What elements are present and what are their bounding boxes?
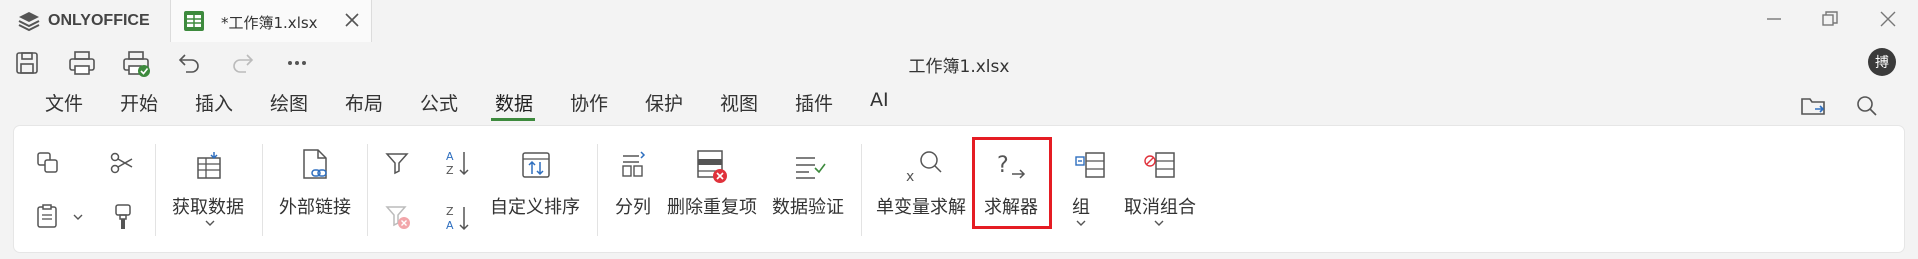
paste-dropdown-chevron-icon[interactable]	[72, 212, 84, 222]
open-file-location-icon[interactable]	[1800, 93, 1828, 119]
active-tab-indicator	[491, 118, 535, 121]
group-chevron-icon[interactable]	[1075, 218, 1087, 228]
svg-text:Z: Z	[446, 164, 454, 177]
minimize-icon[interactable]	[1764, 9, 1784, 29]
tab-plugins[interactable]: 插件	[795, 89, 833, 116]
remove-duplicates-label[interactable]: 删除重复项	[667, 193, 757, 219]
svg-text:Z: Z	[446, 205, 454, 218]
split-column-label[interactable]: 分列	[615, 193, 651, 219]
sort-ascending-icon[interactable]: A Z	[444, 148, 472, 178]
cut-icon[interactable]	[108, 150, 136, 176]
tab-view[interactable]: 视图	[720, 89, 758, 116]
data-validation-label[interactable]: 数据验证	[772, 193, 844, 219]
close-window-icon[interactable]	[1878, 9, 1898, 29]
tab-home[interactable]: 开始	[120, 89, 158, 116]
svg-text:x: x	[906, 169, 914, 184]
goal-seek-label[interactable]: 单变量求解	[876, 193, 966, 219]
group-separator	[262, 144, 263, 236]
tab-draw[interactable]: 绘图	[270, 89, 308, 116]
onlyoffice-logo-icon	[18, 12, 40, 32]
sort-descending-icon[interactable]: Z A	[444, 203, 472, 233]
ungroup-label[interactable]: 取消组合	[1124, 193, 1196, 219]
brand-name: ONLYOFFICE	[48, 12, 150, 29]
goal-seek-icon[interactable]: x	[903, 148, 943, 184]
tab-ai[interactable]: AI	[870, 89, 889, 111]
external-links-label[interactable]: 外部链接	[279, 193, 351, 219]
avatar[interactable]: 搏	[1868, 48, 1896, 76]
remove-duplicates-icon[interactable]	[695, 148, 729, 184]
ungroup-icon[interactable]	[1144, 150, 1178, 180]
custom-sort-label[interactable]: 自定义排序	[490, 193, 580, 219]
tab-file[interactable]: 文件	[45, 89, 83, 116]
svg-text:A: A	[446, 219, 454, 232]
tab-title: *工作簿1.xlsx	[221, 14, 318, 32]
title-bar: ONLYOFFICE *工作簿1.xlsx	[0, 0, 1918, 42]
tab-formula[interactable]: 公式	[420, 89, 458, 116]
filter-icon[interactable]	[384, 150, 410, 176]
ungroup-chevron-icon[interactable]	[1153, 218, 1165, 228]
ribbon-panel	[14, 126, 1904, 252]
paste-icon[interactable]	[35, 203, 59, 229]
document-tab[interactable]: *工作簿1.xlsx	[170, 0, 372, 42]
spreadsheet-icon	[184, 11, 204, 31]
tab-layout[interactable]: 布局	[345, 89, 383, 116]
format-painter-icon[interactable]	[112, 203, 134, 231]
group-separator	[861, 144, 862, 236]
brand-logo: ONLYOFFICE	[18, 9, 150, 33]
tab-protect[interactable]: 保护	[645, 89, 683, 116]
search-icon[interactable]	[1854, 93, 1880, 119]
solver-label[interactable]: 求解器	[984, 193, 1038, 219]
document-title: 工作簿1.xlsx	[908, 57, 1010, 77]
external-links-icon[interactable]	[300, 148, 332, 184]
data-validation-icon[interactable]	[793, 152, 827, 182]
tab-data[interactable]: 数据	[495, 89, 533, 116]
get-data-icon[interactable]	[194, 150, 226, 182]
group-icon[interactable]	[1074, 150, 1108, 180]
copy-icon[interactable]	[35, 150, 61, 176]
close-tab-icon[interactable]	[343, 11, 361, 29]
clear-filter-icon[interactable]	[384, 203, 412, 231]
group-label[interactable]: 组	[1072, 193, 1090, 219]
group-separator	[367, 144, 368, 236]
get-data-chevron-icon[interactable]	[204, 218, 216, 228]
svg-text:?: ?	[997, 153, 1009, 178]
group-separator	[597, 144, 598, 236]
tab-insert[interactable]: 插入	[195, 89, 233, 116]
solver-icon[interactable]: ?	[994, 150, 1028, 182]
custom-sort-icon[interactable]	[520, 150, 552, 180]
svg-text:A: A	[446, 150, 454, 163]
tab-collaborate[interactable]: 协作	[570, 89, 608, 116]
text-to-columns-icon[interactable]	[619, 150, 647, 180]
restore-icon[interactable]	[1820, 9, 1840, 29]
get-data-label[interactable]: 获取数据	[172, 193, 244, 219]
group-separator	[155, 144, 156, 236]
